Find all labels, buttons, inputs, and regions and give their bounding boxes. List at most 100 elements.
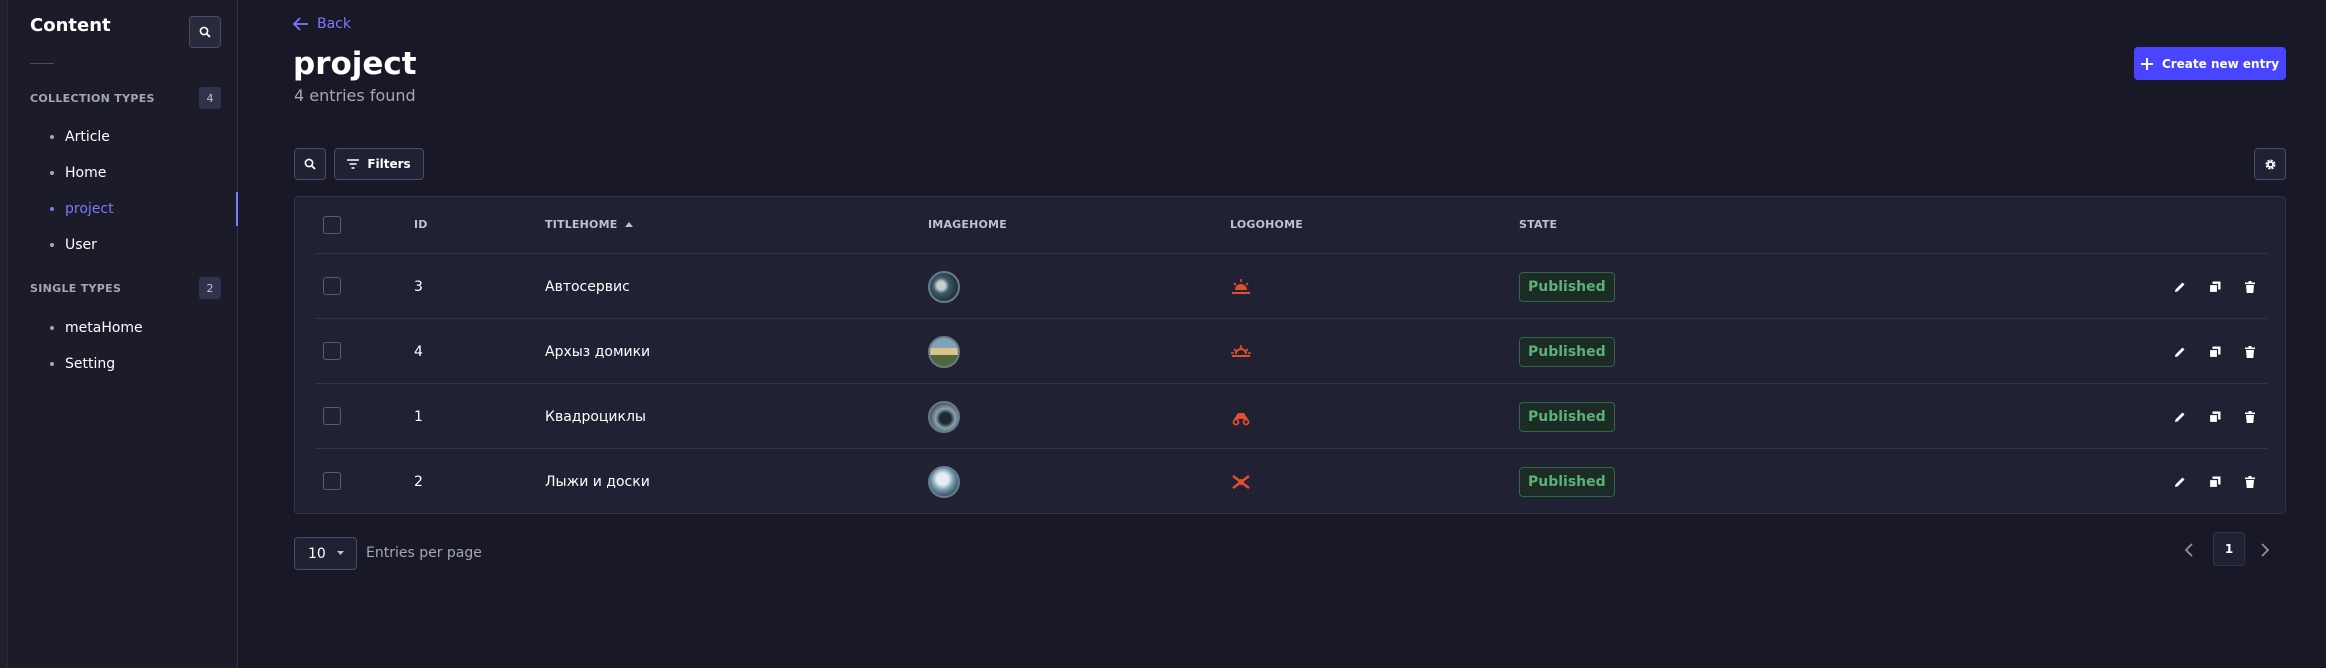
trash-icon bbox=[2245, 475, 2255, 488]
sun-mountain-logo-icon bbox=[1232, 278, 1250, 294]
column-header-state[interactable]: STATE bbox=[1519, 218, 1557, 231]
trash-icon bbox=[2245, 410, 2255, 423]
sidebar-item-label: User bbox=[65, 237, 97, 253]
page-number-current[interactable]: 1 bbox=[2213, 532, 2245, 566]
delete-button[interactable] bbox=[2240, 319, 2260, 384]
sidebar-item-article[interactable]: Article bbox=[30, 122, 238, 152]
pencil-icon bbox=[2175, 477, 2185, 487]
collection-types-heading: COLLECTION TYPES bbox=[30, 92, 155, 105]
table-row[interactable]: 1 Квадроциклы Published bbox=[315, 383, 2268, 448]
row-checkbox[interactable] bbox=[323, 472, 341, 490]
sidebar-item-metahome[interactable]: metaHome bbox=[30, 313, 238, 343]
pencil-icon bbox=[2175, 347, 2185, 357]
sidebar-item-label: project bbox=[65, 201, 114, 217]
sidebar-item-user[interactable]: User bbox=[30, 230, 238, 260]
previous-page-button[interactable] bbox=[2178, 538, 2198, 562]
single-types-count: 2 bbox=[199, 277, 221, 299]
sidebar-divider bbox=[30, 63, 54, 64]
status-badge: Published bbox=[1519, 336, 1615, 367]
sort-ascending-icon bbox=[625, 222, 634, 227]
row-title: Автосервис bbox=[545, 278, 630, 295]
row-id: 3 bbox=[414, 278, 423, 295]
select-all-checkbox[interactable] bbox=[323, 216, 341, 234]
row-checkbox[interactable] bbox=[323, 407, 341, 425]
duplicate-icon bbox=[2209, 476, 2221, 488]
back-link[interactable]: Back bbox=[293, 16, 351, 32]
bullet-icon bbox=[50, 243, 54, 247]
delete-button[interactable] bbox=[2240, 449, 2260, 514]
sidebar-item-project[interactable]: project bbox=[30, 192, 238, 226]
table-row[interactable]: 2 Лыжи и доски Published bbox=[315, 448, 2268, 513]
filters-button[interactable]: Filters bbox=[334, 148, 424, 180]
status-badge: Published bbox=[1519, 466, 1615, 497]
page-size-value: 10 bbox=[308, 545, 326, 562]
table-search-button[interactable] bbox=[294, 148, 326, 180]
edit-button[interactable] bbox=[2170, 384, 2190, 449]
row-image-thumbnail bbox=[928, 400, 960, 433]
pencil-icon bbox=[2175, 412, 2185, 422]
row-id: 1 bbox=[414, 408, 423, 425]
edit-button[interactable] bbox=[2170, 319, 2190, 384]
sidebar-item-home[interactable]: Home bbox=[30, 158, 238, 188]
row-image-thumbnail bbox=[928, 335, 960, 368]
edit-button[interactable] bbox=[2170, 254, 2190, 319]
row-id: 4 bbox=[414, 343, 423, 360]
create-entry-label: Create new entry bbox=[2161, 56, 2280, 71]
row-checkbox[interactable] bbox=[323, 277, 341, 295]
sidebar-item-setting[interactable]: Setting bbox=[30, 349, 238, 379]
main-nav-rail bbox=[0, 0, 8, 668]
pencil-icon bbox=[2175, 282, 2185, 292]
bullet-icon bbox=[50, 326, 54, 330]
back-link-label: Back bbox=[317, 16, 351, 32]
column-header-imagehome[interactable]: IMAGEHOME bbox=[928, 218, 1007, 231]
delete-button[interactable] bbox=[2240, 254, 2260, 319]
app-root: Content COLLECTION TYPES 4 Article Home … bbox=[0, 0, 2326, 668]
filter-icon bbox=[347, 159, 360, 169]
trash-icon bbox=[2245, 280, 2255, 293]
sidebar-item-label: Home bbox=[65, 165, 107, 181]
duplicate-button[interactable] bbox=[2205, 384, 2225, 449]
sidebar-item-label: Setting bbox=[65, 356, 116, 372]
create-entry-button[interactable]: Create new entry bbox=[2134, 47, 2286, 80]
search-icon bbox=[304, 158, 316, 170]
crossed-skis-logo-icon bbox=[1232, 474, 1250, 489]
table-row[interactable]: 3 Автосервис Published bbox=[315, 253, 2268, 318]
chevron-down-icon bbox=[337, 551, 344, 555]
row-title: Архыз домики bbox=[545, 343, 651, 360]
table-row[interactable]: 4 Архыз домики Published bbox=[315, 318, 2268, 383]
row-id: 2 bbox=[414, 473, 423, 490]
chevron-left-icon bbox=[2184, 543, 2193, 557]
page-size-select[interactable]: 10 bbox=[294, 537, 357, 570]
column-header-logohome[interactable]: LOGOHOME bbox=[1230, 218, 1303, 231]
content-sidebar: Content COLLECTION TYPES 4 Article Home … bbox=[8, 0, 238, 668]
duplicate-button[interactable] bbox=[2205, 449, 2225, 514]
sidebar-item-label: Article bbox=[65, 129, 110, 145]
sunrise-logo-icon bbox=[1231, 344, 1251, 357]
filters-label: Filters bbox=[367, 157, 411, 171]
page-title: project bbox=[293, 46, 417, 82]
bullet-icon bbox=[50, 207, 54, 211]
bullet-icon bbox=[50, 171, 54, 175]
status-badge: Published bbox=[1519, 401, 1615, 432]
column-header-titlehome[interactable]: TITLEHOME bbox=[545, 218, 634, 231]
delete-button[interactable] bbox=[2240, 384, 2260, 449]
list-settings-button[interactable] bbox=[2254, 148, 2286, 180]
trash-icon bbox=[2245, 345, 2255, 358]
duplicate-button[interactable] bbox=[2205, 254, 2225, 319]
duplicate-icon bbox=[2209, 281, 2221, 293]
next-page-button[interactable] bbox=[2255, 538, 2275, 562]
column-header-id[interactable]: ID bbox=[414, 218, 428, 231]
duplicate-icon bbox=[2209, 346, 2221, 358]
row-checkbox[interactable] bbox=[323, 342, 341, 360]
edit-button[interactable] bbox=[2170, 449, 2190, 514]
atv-logo-icon bbox=[1232, 412, 1250, 425]
sidebar-search-button[interactable] bbox=[189, 16, 221, 48]
page-size-label: Entries per page bbox=[366, 545, 482, 561]
duplicate-button[interactable] bbox=[2205, 319, 2225, 384]
row-image-thumbnail bbox=[928, 270, 960, 303]
row-title: Квадроциклы bbox=[545, 408, 646, 425]
plus-icon bbox=[2140, 57, 2153, 70]
row-title: Лыжи и доски bbox=[545, 473, 650, 490]
bullet-icon bbox=[50, 362, 54, 366]
status-badge: Published bbox=[1519, 271, 1615, 302]
